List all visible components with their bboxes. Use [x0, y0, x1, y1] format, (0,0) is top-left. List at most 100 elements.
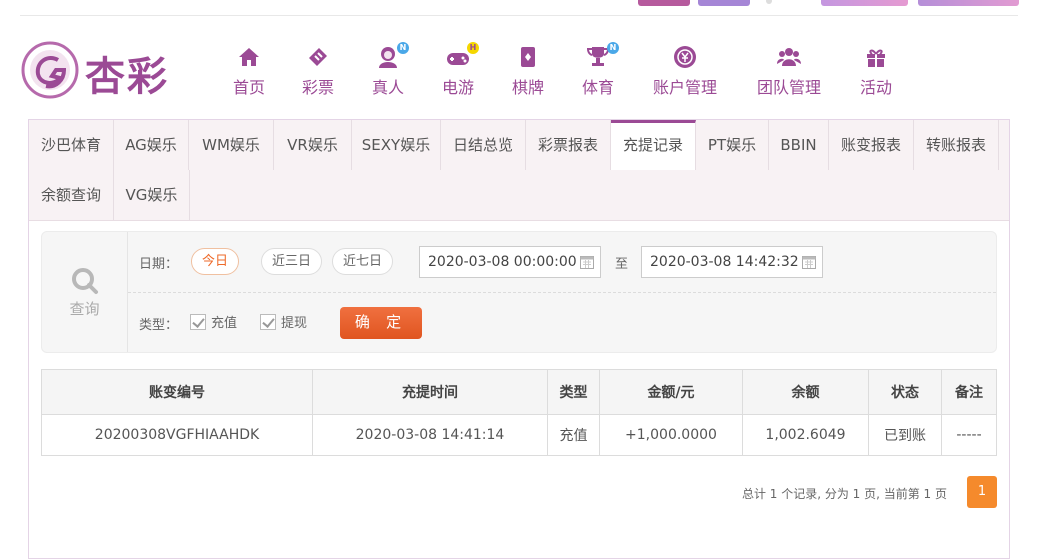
confirm-button[interactable]: 确 定 — [340, 307, 422, 339]
cell-type: 充值 — [547, 414, 600, 456]
top-button-3[interactable] — [821, 0, 908, 6]
tab-balance-change-report[interactable]: 账变报表 — [829, 120, 914, 170]
tab-daily-overview[interactable]: 日结总览 — [441, 120, 526, 170]
end-date-input[interactable]: 2020-03-08 14:42:32 — [641, 246, 823, 278]
calendar-icon — [802, 256, 816, 269]
type-label: 类型： — [139, 318, 179, 333]
tab-vr[interactable]: VR娱乐 — [274, 120, 352, 170]
cell-time: 2020-03-08 14:41:14 — [312, 414, 548, 456]
calendar-icon — [580, 256, 594, 269]
withdraw-checkbox[interactable]: 提现 — [260, 312, 307, 331]
records-table: 账变编号 充提时间 类型 金额/元 余额 状态 备注 20200308VGFHI… — [41, 369, 997, 456]
nav-label: 彩票 — [301, 78, 334, 97]
table-header-row: 账变编号 充提时间 类型 金额/元 余额 状态 备注 — [41, 369, 997, 415]
ticket-icon — [305, 44, 331, 70]
nav-item-promotions[interactable]: 活动 — [859, 44, 893, 98]
start-date-value: 2020-03-08 00:00:00 — [428, 254, 577, 270]
nav-item-slots[interactable]: H 电游 — [441, 42, 479, 98]
brand-name: 杏彩 — [85, 53, 169, 100]
pagination: 总计 1 个记录, 分为 1 页, 当前第 1 页 1 — [697, 476, 997, 508]
tab-wm[interactable]: WM娱乐 — [189, 120, 274, 170]
deposit-checkbox[interactable]: 充值 — [190, 312, 237, 331]
tab-bbin[interactable]: BBIN — [769, 120, 829, 170]
tab-pt[interactable]: PT娱乐 — [696, 120, 769, 170]
tab-transfer-report[interactable]: 转账报表 — [914, 120, 999, 170]
nav-item-cards[interactable]: 棋牌 — [511, 44, 545, 98]
table-row: 20200308VGFHIAAHDK 2020-03-08 14:41:14 充… — [41, 414, 997, 456]
live-dealer-icon: N — [375, 42, 409, 70]
brand-logo[interactable]: 杏彩 — [20, 40, 180, 100]
nav-label: 活动 — [859, 78, 892, 97]
search-form: 查询 日期： 今日 近三日 近七日 2020-03-08 00:00:00 至 … — [41, 231, 997, 353]
nav-label: 团队管理 — [756, 78, 821, 97]
cell-transaction-id: 20200308VGFHIAAHDK — [41, 414, 313, 456]
col-header-amount: 金额/元 — [599, 369, 743, 415]
nav-item-lottery[interactable]: 彩票 — [301, 44, 335, 98]
team-icon — [776, 44, 802, 70]
checkbox-icon — [190, 314, 206, 330]
nav-label: 账户管理 — [652, 78, 717, 97]
gift-icon — [863, 44, 889, 70]
form-row-divider — [128, 292, 996, 293]
search-label: 查询 — [69, 300, 100, 318]
withdraw-checkbox-label: 提现 — [281, 316, 308, 331]
nav-label: 首页 — [232, 78, 265, 97]
nav-label: 电游 — [441, 78, 474, 97]
home-icon — [236, 44, 262, 70]
checkbox-icon — [260, 314, 276, 330]
range-today-button[interactable]: 今日 — [191, 248, 240, 275]
end-date-value: 2020-03-08 14:42:32 — [650, 254, 799, 270]
header-divider — [20, 15, 1018, 16]
nav-label: 体育 — [581, 78, 614, 97]
search-side[interactable]: 查询 — [42, 232, 128, 352]
report-panel: 沙巴体育 AG娱乐 WM娱乐 VR娱乐 SEXY娱乐 日结总览 彩票报表 充提记… — [28, 119, 1010, 559]
gamepad-icon: H — [445, 42, 479, 70]
pagination-summary: 总计 1 个记录, 分为 1 页, 当前第 1 页 — [741, 487, 947, 501]
logo-emblem-icon — [21, 41, 79, 99]
col-header-status: 状态 — [868, 369, 942, 415]
nav-label: 真人 — [371, 78, 404, 97]
to-label: 至 — [615, 257, 629, 272]
col-header-transaction-id: 账变编号 — [41, 369, 313, 415]
cell-amount: +1,000.0000 — [599, 414, 743, 456]
top-dot — [766, 0, 772, 4]
cell-status: 已到账 — [868, 414, 942, 456]
tab-ag[interactable]: AG娱乐 — [114, 120, 189, 170]
tab-deposit-withdraw-records[interactable]: 充提记录 — [611, 120, 696, 170]
nav-item-live[interactable]: N 真人 — [371, 42, 409, 98]
top-button-2[interactable] — [698, 0, 750, 6]
tab-sexy[interactable]: SEXY娱乐 — [352, 120, 441, 170]
tab-saba-sports[interactable]: 沙巴体育 — [29, 120, 114, 170]
top-button-1[interactable] — [638, 0, 690, 6]
col-header-type: 类型 — [547, 369, 600, 415]
nav-item-sports[interactable]: N 体育 — [581, 42, 619, 98]
new-badge: N — [397, 42, 409, 54]
range-7days-button[interactable]: 近七日 — [332, 248, 394, 275]
report-tabs: 沙巴体育 AG娱乐 WM娱乐 VR娱乐 SEXY娱乐 日结总览 彩票报表 充提记… — [29, 120, 1009, 221]
tab-lottery-report[interactable]: 彩票报表 — [526, 120, 611, 170]
deposit-checkbox-label: 充值 — [211, 316, 238, 331]
page-button-current[interactable]: 1 — [967, 476, 997, 508]
col-header-balance: 余额 — [742, 369, 869, 415]
top-bar — [0, 0, 1046, 16]
top-button-4[interactable] — [918, 0, 1019, 6]
nav-item-account[interactable]: 账户管理 — [651, 44, 719, 98]
range-3days-button[interactable]: 近三日 — [261, 248, 323, 275]
cards-icon — [515, 44, 541, 70]
nav-label: 棋牌 — [511, 78, 544, 97]
nav-item-home[interactable]: 首页 — [232, 44, 266, 98]
new-badge: N — [607, 42, 619, 54]
col-header-time: 充提时间 — [312, 369, 548, 415]
yen-coin-icon — [672, 44, 698, 70]
cell-remark: ----- — [941, 414, 997, 456]
cell-balance: 1,002.6049 — [742, 414, 869, 456]
trophy-icon: N — [585, 42, 619, 70]
hot-badge: H — [467, 42, 479, 54]
tab-vg[interactable]: VG娱乐 — [114, 170, 190, 220]
tab-balance-query[interactable]: 余额查询 — [29, 170, 114, 220]
nav-item-team[interactable]: 团队管理 — [755, 44, 823, 98]
col-header-remark: 备注 — [941, 369, 997, 415]
start-date-input[interactable]: 2020-03-08 00:00:00 — [419, 246, 601, 278]
date-label: 日期： — [139, 257, 179, 272]
search-icon — [72, 268, 98, 294]
